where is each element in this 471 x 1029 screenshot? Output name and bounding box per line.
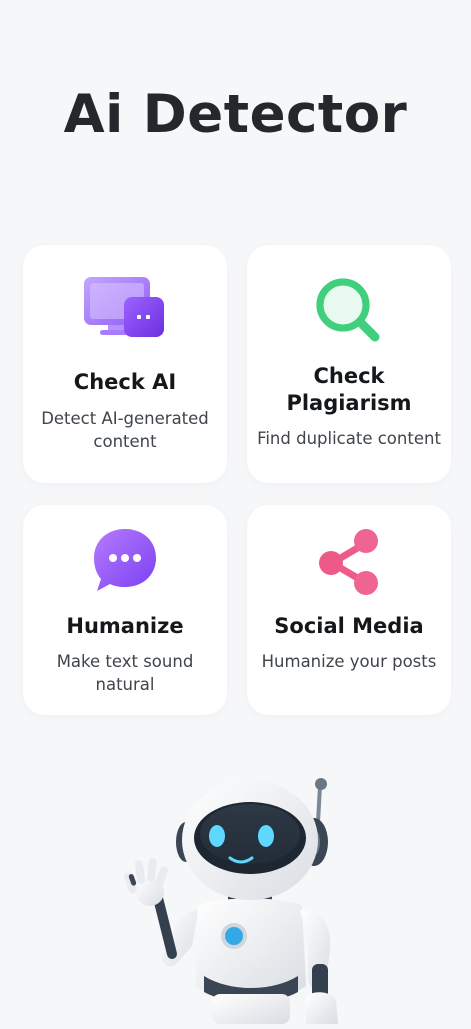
card-title: Check AI xyxy=(73,370,177,394)
robot-waving-icon xyxy=(100,760,370,1029)
magnifier-icon xyxy=(247,273,451,345)
check-ai-card[interactable]: Check AI Detect AI-generated content xyxy=(23,245,227,483)
card-description: Find duplicate content xyxy=(257,429,441,448)
chat-bubble-icon xyxy=(23,525,227,597)
share-icon xyxy=(247,525,451,597)
check-plagiarism-card[interactable]: Check Plagiarism Find duplicate content xyxy=(247,245,451,483)
card-description: Humanize your posts xyxy=(261,652,437,671)
page-title: Ai Detector xyxy=(63,84,408,145)
card-description: Make text sound natural xyxy=(56,652,194,694)
card-title: Humanize xyxy=(66,614,184,638)
card-title: Check Plagiarism xyxy=(286,364,412,415)
card-title: Social Media xyxy=(274,614,424,638)
card-description: Detect AI-generated content xyxy=(41,409,209,451)
humanize-card[interactable]: Humanize Make text sound natural xyxy=(23,505,227,715)
monitor-chat-icon xyxy=(23,273,227,345)
social-media-card[interactable]: Social Media Humanize your posts xyxy=(247,505,451,715)
